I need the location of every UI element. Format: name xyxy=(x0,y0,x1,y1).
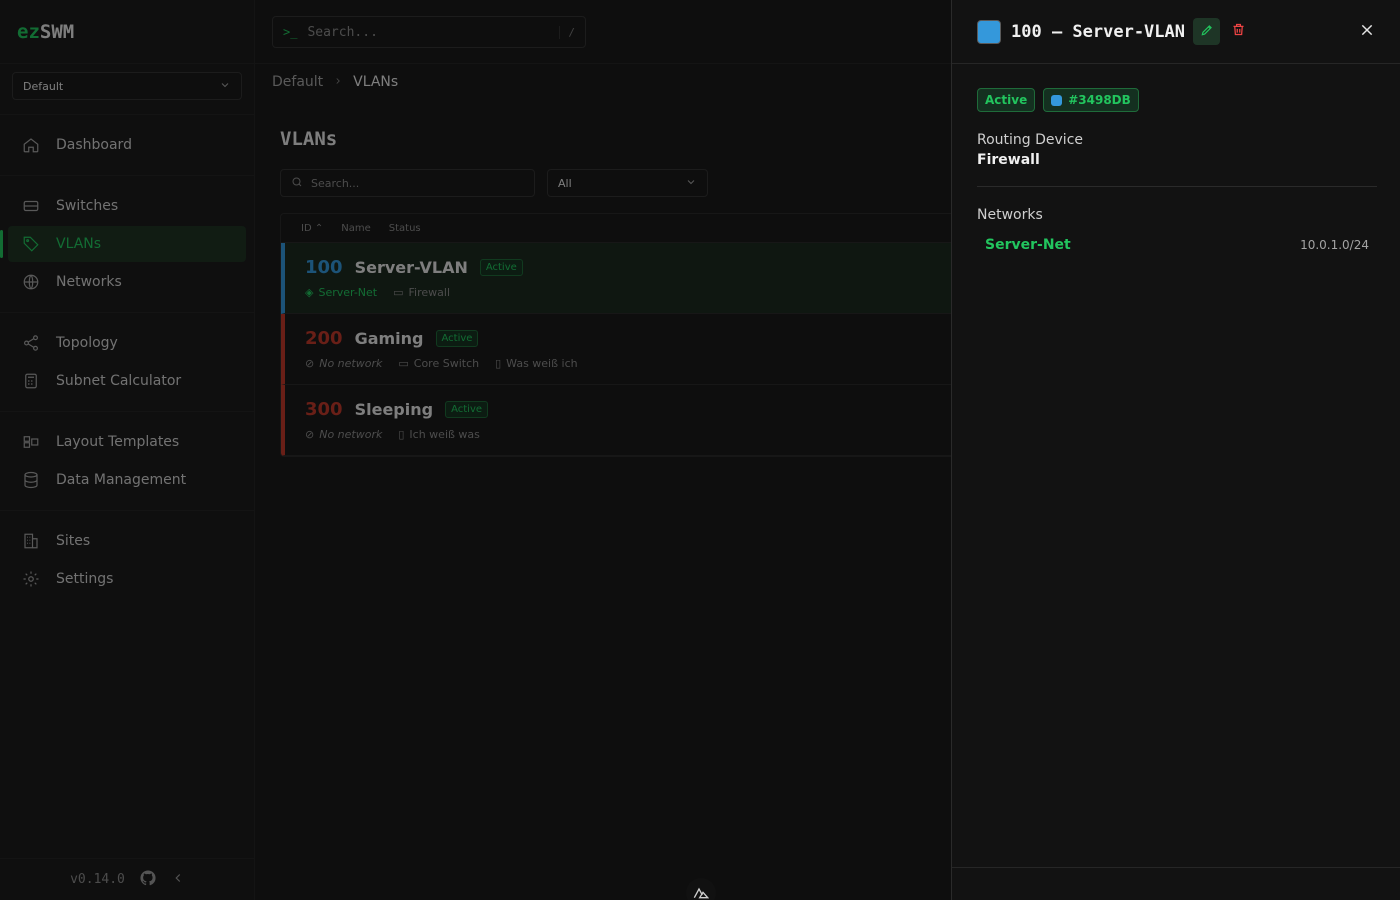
color-badge: #3498DB xyxy=(1043,88,1139,112)
badge-row: Active #3498DB xyxy=(977,88,1376,112)
vlan-detail-drawer: 100 — Server-VLAN Active #3498DB Routing… xyxy=(951,0,1400,900)
modal-backdrop[interactable] xyxy=(0,0,951,900)
color-badge-label: #3498DB xyxy=(1068,93,1131,107)
close-icon xyxy=(1359,22,1375,42)
color-dot-icon xyxy=(1051,94,1063,106)
drawer-title: 100 — Server-VLAN xyxy=(1011,21,1185,42)
status-badge: Active xyxy=(977,88,1036,112)
network-item[interactable]: Server-Net 10.0.1.0/24 xyxy=(977,237,1377,253)
devtools-logo-icon[interactable] xyxy=(686,878,716,900)
trash-icon xyxy=(1231,22,1246,41)
routing-device-value: Firewall xyxy=(977,152,1040,168)
network-cidr: 10.0.1.0/24 xyxy=(1300,238,1369,252)
networks-heading: Networks xyxy=(977,207,1043,223)
drawer-footer xyxy=(952,867,1400,900)
pencil-icon xyxy=(1200,22,1214,41)
divider xyxy=(977,186,1377,187)
close-button[interactable] xyxy=(1356,21,1378,43)
drawer-body: Active #3498DB Routing Device Firewall N… xyxy=(952,64,1400,253)
delete-button[interactable] xyxy=(1226,20,1250,44)
vlan-color-swatch xyxy=(977,19,1001,44)
network-name-link[interactable]: Server-Net xyxy=(985,237,1071,253)
edit-button[interactable] xyxy=(1193,18,1220,45)
drawer-header: 100 — Server-VLAN xyxy=(952,0,1400,64)
routing-device-label: Routing Device xyxy=(977,132,1084,148)
